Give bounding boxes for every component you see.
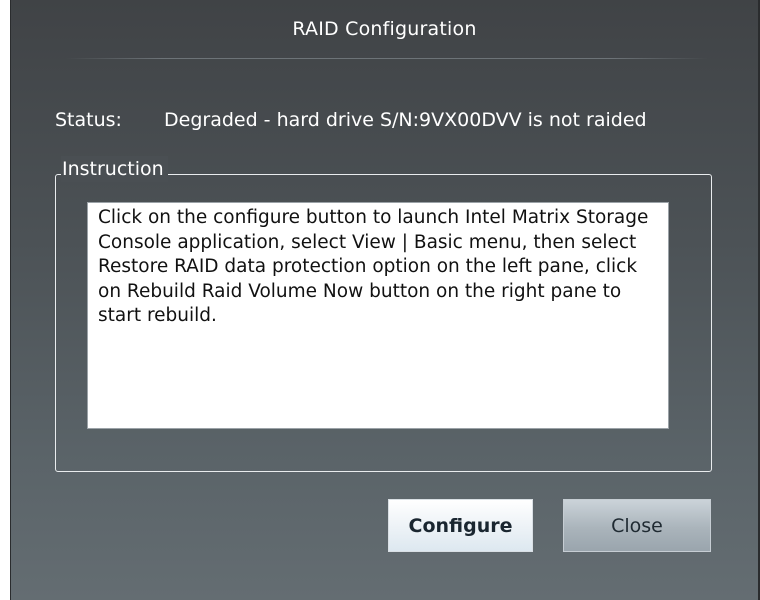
instruction-group: Instruction Click on the configure butto… [55, 156, 712, 472]
title-divider [66, 58, 708, 59]
status-row: Status: Degraded - hard drive S/N:9VX00DV… [55, 109, 647, 131]
instruction-text-box[interactable]: Click on the configure button to launch … [87, 202, 669, 429]
close-button[interactable]: Close [563, 499, 711, 552]
status-label: Status: [55, 109, 122, 131]
instruction-legend: Instruction [61, 156, 168, 182]
title-bar: RAID Configuration [11, 0, 758, 60]
raid-configuration-dialog: RAID Configuration Status: Degraded - har… [10, 0, 760, 600]
dialog-title: RAID Configuration [292, 18, 477, 40]
configure-button[interactable]: Configure [388, 499, 533, 552]
status-value: Degraded - hard drive S/N:9VX00DVV is no… [164, 109, 647, 131]
